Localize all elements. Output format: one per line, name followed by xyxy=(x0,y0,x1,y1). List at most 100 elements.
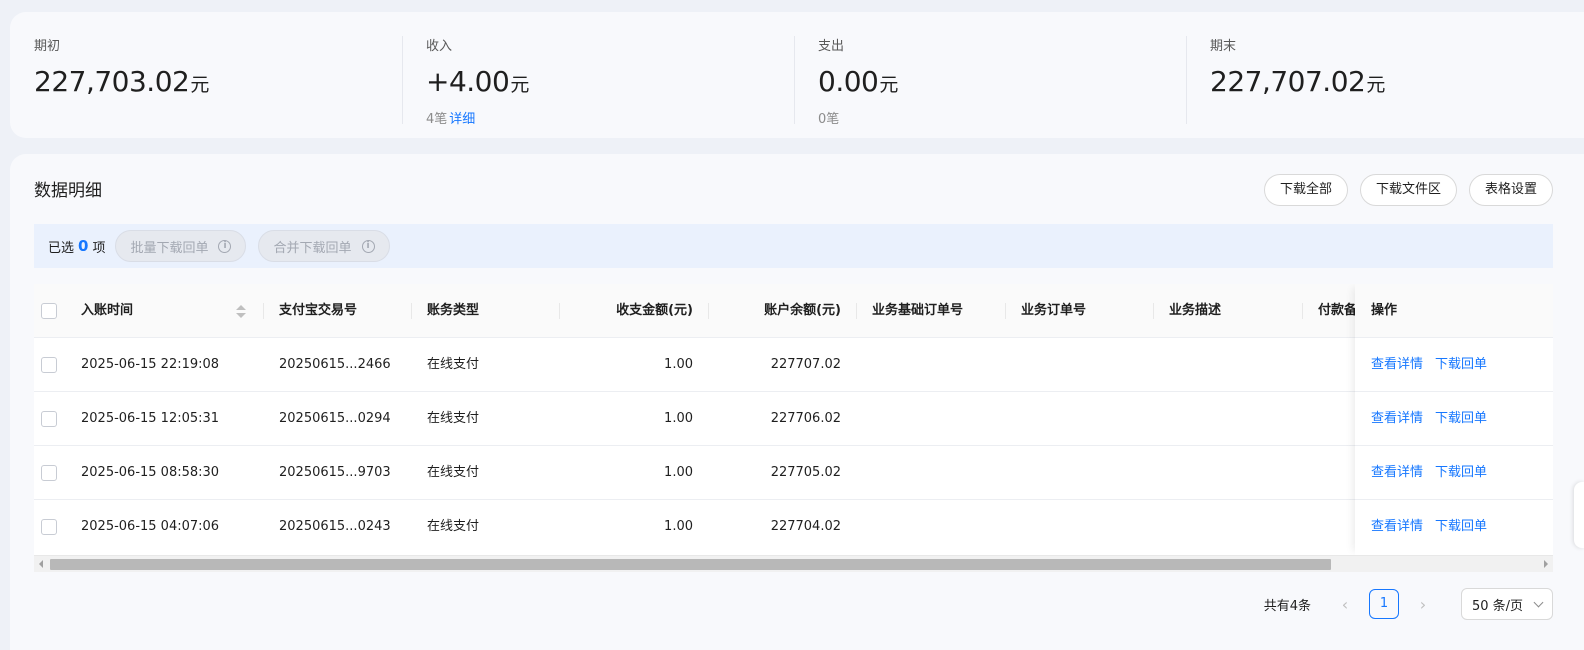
stat-income: 收入 +4.00元 4笔 详细 xyxy=(402,12,794,138)
stat-label: 期初 xyxy=(34,39,61,54)
prev-page-icon[interactable]: ‹ xyxy=(1329,595,1361,614)
stat-number: 0.00 xyxy=(818,65,879,98)
stat-number: 227,703.02 xyxy=(34,65,190,98)
row-checkbox[interactable] xyxy=(41,465,57,481)
view-detail-link[interactable]: 查看详情 xyxy=(1371,357,1423,372)
view-detail-link[interactable]: 查看详情 xyxy=(1371,519,1423,534)
section-title: 数据明细 xyxy=(34,181,102,201)
cell-trade-no: 20250615...0243 xyxy=(279,519,391,534)
cell-trade-no: 20250615...9703 xyxy=(279,465,391,480)
selected-suffix: 项 xyxy=(92,240,106,256)
column-divider xyxy=(411,303,412,319)
pagination: 共有4条 ‹ 1 › 50 条/页 xyxy=(1264,588,1553,620)
selected-count: 0 xyxy=(78,237,89,255)
column-divider xyxy=(1302,303,1303,319)
table-row: 2025-06-15 12:05:31 20250615...0294 在线支付… xyxy=(34,392,1553,446)
stat-expense: 支出 0.00元 0笔 xyxy=(794,12,1186,138)
chevron-down-icon xyxy=(1533,597,1544,607)
info-icon[interactable]: i xyxy=(361,239,375,253)
column-header-type: 账务类型 xyxy=(427,303,480,318)
summary-card: 期初 227,703.02元 收入 +4.00元 4笔 详细 支出 0.00元 0… xyxy=(10,12,1584,138)
column-divider xyxy=(856,303,857,319)
column-divider xyxy=(1005,303,1006,319)
download-receipt-link[interactable]: 下载回单 xyxy=(1435,357,1487,372)
next-page-icon[interactable]: › xyxy=(1407,595,1439,614)
download-area-button[interactable]: 下载文件区 xyxy=(1359,174,1457,206)
cell-type: 在线支付 xyxy=(427,519,480,534)
page-number-button[interactable]: 1 xyxy=(1369,589,1399,619)
column-divider xyxy=(708,303,709,319)
side-float-tab[interactable] xyxy=(1574,482,1584,548)
column-header-balance: 账户余额(元) xyxy=(764,303,841,318)
row-checkbox[interactable] xyxy=(41,411,57,427)
stat-unit: 元 xyxy=(879,74,899,96)
scrollbar-thumb[interactable] xyxy=(50,559,1331,570)
stat-unit: 元 xyxy=(1366,74,1386,96)
cell-time: 2025-06-15 08:58:30 xyxy=(81,465,220,480)
stat-count: 0笔 xyxy=(818,112,840,127)
stat-value: +4.00元 xyxy=(426,64,794,104)
select-all-checkbox[interactable] xyxy=(41,303,57,319)
column-header-amount: 收支金额(元) xyxy=(616,303,693,318)
cell-amount: 1.00 xyxy=(664,357,693,372)
data-table: 入账时间 支付宝交易号 账务类型 收支金额(元) 账户余额(元) 业务基础订单号… xyxy=(34,284,1553,572)
column-header-time[interactable]: 入账时间 xyxy=(81,284,221,338)
cell-amount: 1.00 xyxy=(664,411,693,426)
table-row: 2025-06-15 04:07:06 20250615...0243 在线支付… xyxy=(34,500,1553,555)
view-detail-link[interactable]: 查看详情 xyxy=(1371,465,1423,480)
selected-prefix: 已选 xyxy=(48,240,75,256)
stat-number: 227,707.02 xyxy=(1210,65,1366,98)
page-size-select[interactable]: 50 条/页 xyxy=(1461,588,1553,620)
table-row: 2025-06-15 08:58:30 20250615...9703 在线支付… xyxy=(34,446,1553,500)
horizontal-scrollbar[interactable] xyxy=(34,555,1553,572)
cell-type: 在线支付 xyxy=(427,465,480,480)
batch-download-label: 批量下载回单 xyxy=(130,240,209,256)
cell-type: 在线支付 xyxy=(427,411,480,426)
view-detail-link[interactable]: 查看详情 xyxy=(1371,411,1423,426)
row-checkbox[interactable] xyxy=(41,357,57,373)
stat-count: 4笔 xyxy=(426,112,448,127)
column-divider xyxy=(1153,303,1154,319)
stat-closing: 期末 227,707.02元 xyxy=(1186,12,1578,138)
cell-time: 2025-06-15 04:07:06 xyxy=(81,519,220,534)
sort-icon[interactable] xyxy=(236,305,246,319)
scroll-left-arrow-icon[interactable] xyxy=(39,560,43,568)
column-header-payer: 付款备 xyxy=(1318,303,1358,318)
column-header-order: 业务订单号 xyxy=(1021,303,1087,318)
cell-balance: 227706.02 xyxy=(770,411,841,426)
stat-sub: 0笔 xyxy=(818,111,1186,129)
merge-download-label: 合并下载回单 xyxy=(273,240,352,256)
row-checkbox[interactable] xyxy=(41,519,57,535)
stat-value: 227,707.02元 xyxy=(1210,64,1578,104)
merge-download-button[interactable]: 合并下载回单 i xyxy=(258,230,390,262)
cell-balance: 227704.02 xyxy=(770,519,841,534)
scroll-right-arrow-icon[interactable] xyxy=(1544,560,1548,568)
pagination-total: 共有4条 xyxy=(1263,598,1311,614)
cell-balance: 227705.02 xyxy=(770,465,841,480)
actions-column: 操作 查看详情 下载回单 查看详情 下载回单 查看详情 下载回单 查看详情 下载回单 xyxy=(1355,284,1553,555)
stat-unit: 元 xyxy=(510,74,530,96)
column-header-trade-no: 支付宝交易号 xyxy=(279,303,358,318)
page-size-value: 50 条/页 xyxy=(1472,598,1524,614)
actions-cell: 查看详情 下载回单 xyxy=(1355,446,1553,500)
selection-bar: 已选 0 项 批量下载回单 i 合并下载回单 i xyxy=(34,224,1553,268)
detail-card: 数据明细 下载全部 下载文件区 表格设置 已选 0 项 批量下载回单 i 合并下… xyxy=(10,154,1584,650)
table-row: 2025-06-15 22:19:08 20250615...2466 在线支付… xyxy=(34,338,1553,392)
stat-value: 227,703.02元 xyxy=(34,64,402,104)
column-divider xyxy=(559,303,560,319)
download-receipt-link[interactable]: 下载回单 xyxy=(1435,465,1487,480)
download-receipt-link[interactable]: 下载回单 xyxy=(1435,519,1487,534)
info-icon[interactable]: i xyxy=(218,239,232,253)
stat-value: 0.00元 xyxy=(818,64,1186,104)
column-header-desc: 业务描述 xyxy=(1169,303,1222,318)
actions-cell: 查看详情 下载回单 xyxy=(1355,338,1553,392)
column-header-actions: 操作 xyxy=(1355,284,1553,338)
stat-sub: 4笔 详细 xyxy=(426,111,794,129)
cell-amount: 1.00 xyxy=(664,465,693,480)
table-settings-button[interactable]: 表格设置 xyxy=(1468,174,1553,206)
download-receipt-link[interactable]: 下载回单 xyxy=(1435,411,1487,426)
column-header-base-order: 业务基础订单号 xyxy=(872,303,964,318)
batch-download-button[interactable]: 批量下载回单 i xyxy=(115,230,247,262)
download-all-button[interactable]: 下载全部 xyxy=(1263,174,1348,206)
income-detail-link[interactable]: 详细 xyxy=(449,112,475,127)
